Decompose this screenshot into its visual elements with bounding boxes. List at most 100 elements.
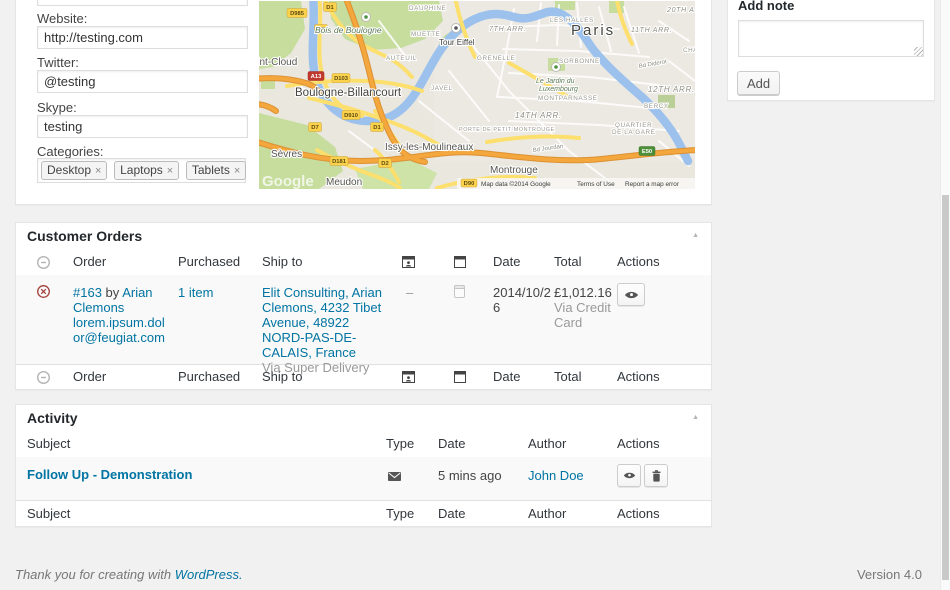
order-notes-icon — [454, 256, 466, 271]
orders-col-shipto: Ship to — [262, 249, 302, 275]
order-number-link[interactable]: #163 — [73, 285, 102, 300]
category-tag: Laptops× — [114, 161, 179, 180]
wordpress-link[interactable]: WordPress. — [175, 567, 243, 582]
svg-text:D985: D985 — [290, 11, 305, 17]
svg-text:D1: D1 — [326, 5, 334, 11]
order-email-link[interactable]: lorem.ipsum.dolor@feugiat.com — [73, 315, 165, 345]
svg-text:Sèvres: Sèvres — [271, 149, 302, 160]
remove-tag-icon[interactable]: × — [95, 165, 101, 177]
svg-text:Paris: Paris — [571, 22, 615, 39]
orders-col-purchased: Purchased — [178, 249, 240, 275]
ship-to-address-link[interactable]: Elit Consulting, Arian Clemons, 4232 Tib… — [262, 285, 382, 360]
activity-card: Activity ▲ Subject Type Date Author Acti… — [15, 404, 712, 527]
website-label: Website: — [37, 11, 87, 26]
activity-author-link[interactable]: John Doe — [528, 468, 584, 483]
svg-text:Luxembourg: Luxembourg — [539, 86, 578, 93]
orders-col-date: Date — [493, 249, 520, 275]
page: { "profile": { "fields": [ {"label": "We… — [0, 0, 950, 590]
email-type-icon — [388, 469, 401, 484]
category-tag: Desktop× — [41, 161, 107, 180]
order-total-cell: £1,012.16Via Credit Card — [554, 285, 616, 330]
website-input[interactable] — [37, 26, 248, 49]
order-note-page-icon[interactable] — [454, 285, 465, 301]
svg-text:GRENELLE: GRENELLE — [477, 55, 515, 62]
svg-text:Bois de Boulogne: Bois de Boulogne — [315, 25, 382, 35]
eye-icon — [624, 290, 639, 300]
svg-text:A13: A13 — [311, 74, 322, 80]
report-map-error-link[interactable]: Report a map error — [625, 181, 680, 188]
svg-text:Boulogne-Billancourt: Boulogne-Billancourt — [295, 87, 402, 99]
svg-text:Tour Eiffel: Tour Eiffel — [439, 38, 475, 47]
trash-icon — [652, 470, 661, 482]
add-note-button[interactable]: Add — [737, 71, 780, 95]
svg-text:Issy-les-Moulineaux: Issy-les-Moulineaux — [385, 142, 473, 153]
order-status-column-icon — [36, 370, 51, 388]
orders-col-actions: Actions — [617, 249, 660, 275]
orders-table-footer: Order Purchased Ship to Date Total Actio… — [16, 364, 711, 389]
svg-text:20TH A: 20TH A — [666, 7, 695, 14]
customer-orders-card: Customer Orders ▲ Order Purchased Ship t… — [15, 222, 712, 390]
svg-text:DE LA GARE: DE LA GARE — [612, 129, 655, 136]
activity-subject-link[interactable]: Follow Up - Demonstration — [27, 467, 192, 482]
svg-text:D1: D1 — [373, 125, 381, 131]
delete-activity-button[interactable] — [644, 464, 668, 487]
svg-text:PORTE DE PETIT-MONTROUGE: PORTE DE PETIT-MONTROUGE — [459, 127, 555, 133]
no-customer-message: – — [406, 285, 413, 300]
svg-text:E50: E50 — [642, 149, 652, 155]
svg-text:D7: D7 — [311, 125, 318, 131]
purchased-items-link[interactable]: 1 item — [178, 285, 213, 300]
customer-profile-card: Website: Twitter: Skype: Categories: Des… — [15, 0, 712, 205]
add-note-panel: Add note Add — [727, 0, 935, 101]
svg-text:MUETTE: MUETTE — [411, 31, 441, 38]
svg-text:CHA: CHA — [683, 47, 695, 54]
activity-title: Activity — [27, 405, 78, 431]
svg-text:DAUPHINE: DAUPHINE — [409, 5, 446, 12]
svg-text:D2: D2 — [381, 161, 388, 167]
svg-text:D910: D910 — [344, 113, 358, 119]
order-date: 2014/10/26 — [493, 285, 552, 315]
view-activity-button[interactable] — [617, 464, 641, 487]
orders-col-order: Order — [73, 249, 106, 275]
remove-tag-icon[interactable]: × — [167, 165, 173, 177]
activity-row: Follow Up - Demonstration 5 mins ago Joh… — [16, 457, 711, 501]
order-total: £1,012.16 — [554, 285, 612, 300]
note-textarea[interactable] — [738, 20, 924, 57]
footer-version: Version 4.0 — [857, 567, 922, 582]
svg-text:D90: D90 — [464, 181, 475, 187]
cropped-top-field[interactable] — [37, 0, 248, 6]
svg-text:BERCY: BERCY — [644, 103, 669, 110]
twitter-label: Twitter: — [37, 55, 79, 70]
activity-table-header: Subject Type Date Author Actions — [16, 431, 711, 458]
textarea-resize-icon[interactable] — [914, 47, 923, 56]
google-map[interactable]: D985 D1 D7 A13 D103 D7 D910 D1 D181 D2 E… — [259, 1, 695, 189]
svg-text:12TH ARR.: 12TH ARR. — [648, 85, 695, 94]
svg-text:AUTEUIL: AUTEUIL — [386, 55, 417, 62]
svg-text:MONTPARNASSE: MONTPARNASSE — [538, 95, 598, 102]
svg-text:7TH ARR.: 7TH ARR. — [489, 26, 526, 33]
terms-of-use-link[interactable]: Terms of Use — [577, 181, 615, 188]
svg-text:D103: D103 — [334, 76, 349, 82]
activity-header: Activity ▲ — [16, 405, 711, 432]
twitter-input[interactable] — [37, 70, 248, 93]
customer-message-icon — [402, 371, 415, 386]
map-data-attribution: Map data ©2014 Google — [481, 180, 551, 188]
svg-text:11TH ARR.: 11TH ARR. — [631, 27, 672, 34]
svg-text:14TH ARR.: 14TH ARR. — [515, 111, 562, 120]
scrollbar-track[interactable] — [940, 0, 950, 590]
orders-col-total: Total — [554, 249, 581, 275]
remove-tag-icon[interactable]: × — [234, 165, 240, 177]
customer-orders-header: Customer Orders ▲ — [16, 223, 711, 250]
order-notes-icon — [454, 371, 466, 386]
collapse-toggle-icon[interactable]: ▲ — [692, 232, 699, 239]
scrollbar-thumb[interactable] — [942, 195, 949, 580]
view-order-button[interactable] — [617, 283, 645, 306]
google-logo: Google — [262, 173, 314, 189]
collapse-toggle-icon[interactable]: ▲ — [692, 414, 699, 421]
skype-label: Skype: — [37, 100, 77, 115]
categories-label: Categories: — [37, 144, 103, 159]
categories-tag-input[interactable]: Desktop× Laptops× Tablets× — [37, 158, 246, 183]
svg-text:SORBONNE: SORBONNE — [559, 58, 600, 65]
customer-orders-title: Customer Orders — [27, 223, 142, 249]
eye-icon — [623, 471, 636, 480]
skype-input[interactable] — [37, 115, 248, 138]
